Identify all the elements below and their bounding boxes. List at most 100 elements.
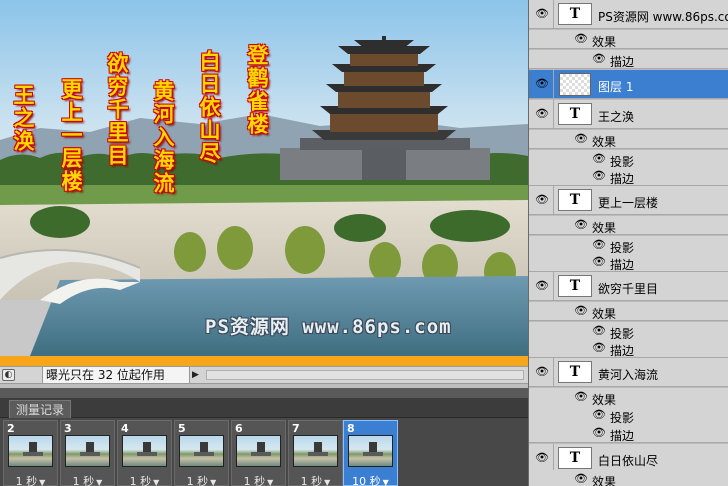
tab-measurement-log[interactable]: 测量记录 xyxy=(9,400,72,418)
chevron-down-icon: ▼ xyxy=(267,478,274,486)
frame-delay-dropdown[interactable]: 10 秒 ▼ xyxy=(344,473,397,486)
frame-number: 2 xyxy=(7,422,15,435)
effect-shadow-row[interactable]: 👁 投影 xyxy=(529,406,728,425)
chevron-down-icon: ▼ xyxy=(382,478,389,486)
visibility-toggle[interactable]: 👁 xyxy=(529,70,554,98)
poem-title: 登鹳雀楼 xyxy=(245,44,270,136)
frame-thumbnail xyxy=(65,435,110,467)
visibility-toggle[interactable]: 👁 xyxy=(529,100,554,128)
layer-row[interactable]: 👁 T 黄河入海流 xyxy=(529,358,728,387)
eye-icon[interactable]: 👁 xyxy=(574,219,588,230)
layer-row-selected[interactable]: 👁 图层 1 xyxy=(529,70,728,99)
effects-label: 效果 xyxy=(592,35,617,49)
visibility-toggle[interactable]: 👁 xyxy=(529,0,554,28)
eye-icon[interactable]: 👁 xyxy=(574,133,588,144)
effect-stroke-row[interactable]: 👁 描边 xyxy=(529,339,728,358)
eye-icon: 👁 xyxy=(535,7,549,20)
frame-delay-dropdown[interactable]: 1 秒 ▼ xyxy=(289,473,342,486)
eye-icon: 👁 xyxy=(535,193,549,206)
animation-tabbar: 测量记录 xyxy=(0,398,528,418)
photoshop-window: 登鹳雀楼 白日依山尽 黄河入海流 欲穷千里目 更上一层楼 王之涣 PS资源网 w… xyxy=(0,0,728,486)
layer-name: PS资源网 www.86ps.com xyxy=(598,10,728,24)
type-layer-thumbnail-icon: T xyxy=(558,447,592,469)
animation-frame[interactable]: 6 1 秒 ▼ xyxy=(231,420,286,486)
frame-delay-dropdown[interactable]: 1 秒 ▼ xyxy=(4,473,57,486)
effects-row[interactable]: 👁 效果 xyxy=(529,470,728,486)
eye-icon[interactable]: 👁 xyxy=(592,239,606,250)
frame-number: 4 xyxy=(121,422,129,435)
visibility-toggle[interactable]: 👁 xyxy=(529,444,554,472)
effects-row[interactable]: 👁 效果 xyxy=(529,216,728,235)
frame-delay-dropdown[interactable]: 1 秒 ▼ xyxy=(61,473,114,486)
visibility-toggle[interactable]: 👁 xyxy=(529,186,554,214)
layer-row[interactable]: 👁 T PS资源网 www.86ps.com xyxy=(529,0,728,29)
frame-number: 7 xyxy=(292,422,300,435)
layer-name: 黄河入海流 xyxy=(598,368,659,382)
animation-frame[interactable]: 3 1 秒 ▼ xyxy=(60,420,115,486)
status-menu-arrow-icon[interactable]: ▶ xyxy=(192,369,202,381)
eye-icon[interactable]: 👁 xyxy=(574,33,588,44)
effects-row[interactable]: 👁 效果 xyxy=(529,30,728,49)
animation-frame-selected[interactable]: 8 10 秒 ▼ xyxy=(343,420,398,486)
type-layer-thumbnail-icon: T xyxy=(558,275,592,297)
layer-row[interactable]: 👁 T 王之涣 xyxy=(529,100,728,129)
frame-thumbnail xyxy=(8,435,53,467)
eye-icon[interactable]: 👁 xyxy=(592,409,606,420)
eye-icon[interactable]: 👁 xyxy=(574,391,588,402)
status-toggle-icon[interactable]: ◐ xyxy=(2,369,15,381)
visibility-toggle[interactable]: 👁 xyxy=(529,358,554,386)
eye-icon[interactable]: 👁 xyxy=(574,473,588,484)
frame-number: 8 xyxy=(347,422,355,435)
chevron-down-icon: ▼ xyxy=(324,478,331,486)
eye-icon: 👁 xyxy=(535,365,549,378)
layer-row[interactable]: 👁 T 更上一层楼 xyxy=(529,186,728,215)
effect-stroke-label: 描边 xyxy=(610,258,635,272)
poem-line-2: 黄河入海流 xyxy=(151,80,176,195)
layer-row[interactable]: 👁 T 欲穷千里目 xyxy=(529,272,728,301)
animation-frame[interactable]: 2 1 秒 ▼ xyxy=(3,420,58,486)
frame-delay-dropdown[interactable]: 1 秒 ▼ xyxy=(175,473,228,486)
eye-icon[interactable]: 👁 xyxy=(592,325,606,336)
effects-label: 效果 xyxy=(592,221,617,235)
eye-icon[interactable]: 👁 xyxy=(574,305,588,316)
eye-icon[interactable]: 👁 xyxy=(592,153,606,164)
animation-frame[interactable]: 7 1 秒 ▼ xyxy=(288,420,343,486)
eye-icon[interactable]: 👁 xyxy=(592,170,606,181)
effect-stroke-row[interactable]: 👁 描边 xyxy=(529,424,728,443)
eye-icon[interactable]: 👁 xyxy=(592,256,606,267)
type-layer-thumbnail-icon: T xyxy=(558,3,592,25)
effect-stroke-label: 描边 xyxy=(610,55,635,69)
poem-line-4: 更上一层楼 xyxy=(59,78,84,193)
animation-frame[interactable]: 4 1 秒 ▼ xyxy=(117,420,172,486)
layer-name: 王之涣 xyxy=(598,110,635,124)
layer-name: 白日依山尽 xyxy=(598,454,659,468)
layers-panel: 👁 T PS资源网 www.86ps.com 👁 效果 👁 描边 👁 图层 1 … xyxy=(528,0,728,486)
effect-stroke-label: 描边 xyxy=(610,344,635,358)
animation-panel-header[interactable] xyxy=(0,388,528,398)
effects-row[interactable]: 👁 效果 xyxy=(529,388,728,407)
visibility-toggle[interactable]: 👁 xyxy=(529,272,554,300)
eye-icon: 👁 xyxy=(535,279,549,292)
frame-thumbnail xyxy=(122,435,167,467)
frame-thumbnail xyxy=(236,435,281,467)
effect-stroke-row[interactable]: 👁 描边 xyxy=(529,253,728,272)
frame-delay-dropdown[interactable]: 1 秒 ▼ xyxy=(232,473,285,486)
effects-label: 效果 xyxy=(592,307,617,321)
frame-number: 5 xyxy=(178,422,186,435)
eye-icon[interactable]: 👁 xyxy=(592,342,606,353)
effects-row[interactable]: 👁 效果 xyxy=(529,130,728,149)
eye-icon[interactable]: 👁 xyxy=(592,427,606,438)
eye-icon[interactable]: 👁 xyxy=(592,53,606,64)
effect-stroke-row[interactable]: 👁 描边 xyxy=(529,50,728,69)
horizontal-scrollbar[interactable] xyxy=(206,370,524,380)
document-canvas[interactable]: 登鹳雀楼 白日依山尽 黄河入海流 欲穷千里目 更上一层楼 王之涣 PS资源网 w… xyxy=(0,0,528,356)
effect-stroke-row[interactable]: 👁 描边 xyxy=(529,167,728,186)
type-layer-thumbnail-icon: T xyxy=(558,189,592,211)
layer-row[interactable]: 👁 T 白日依山尽 xyxy=(529,444,728,473)
animation-frame[interactable]: 5 1 秒 ▼ xyxy=(174,420,229,486)
type-layer-thumbnail-icon: T xyxy=(558,103,592,125)
document-bottom-strip xyxy=(0,356,528,366)
effects-row[interactable]: 👁 效果 xyxy=(529,302,728,321)
status-bar: ◐ 曝光只在 32 位起作用 ▶ xyxy=(0,366,528,384)
frame-delay-dropdown[interactable]: 1 秒 ▼ xyxy=(118,473,171,486)
